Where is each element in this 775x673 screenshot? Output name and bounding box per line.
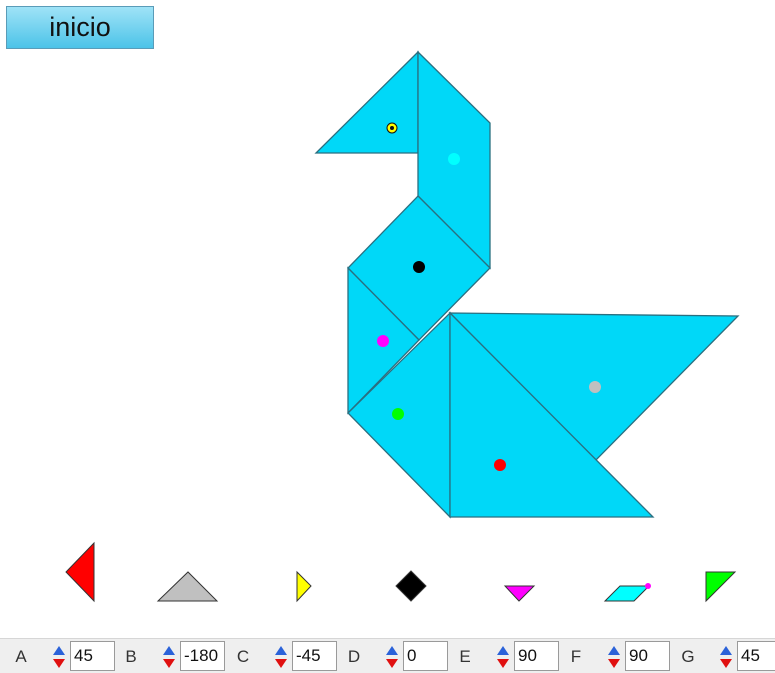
rotation-input-g[interactable]: 45: [737, 641, 775, 671]
control-label: F: [570, 647, 582, 666]
gray-triangle-piece[interactable]: [156, 571, 219, 602]
rotation-input-b[interactable]: -180: [180, 641, 225, 671]
swan-head-triangle[interactable]: [314, 50, 419, 154]
increment-arrow-icon[interactable]: [716, 643, 736, 657]
rotation-input-e[interactable]: 90: [514, 641, 559, 671]
control-label: C: [236, 647, 250, 666]
decrement-arrow-icon[interactable]: [271, 657, 291, 671]
spinner: [159, 643, 179, 671]
increment-arrow-icon[interactable]: [382, 643, 402, 657]
spinner: [271, 643, 291, 671]
rotation-input-a[interactable]: 45: [70, 641, 115, 671]
black-handle[interactable]: [413, 261, 425, 273]
decrement-arrow-icon[interactable]: [604, 657, 624, 671]
increment-arrow-icon[interactable]: [159, 643, 179, 657]
magenta-handle[interactable]: [377, 335, 389, 347]
decrement-arrow-icon[interactable]: [159, 657, 179, 671]
yellow-handle-center: [390, 126, 394, 130]
rotation-input-d[interactable]: 0: [403, 641, 448, 671]
spinner: [716, 643, 736, 671]
spinner: [604, 643, 624, 671]
black-square-piece[interactable]: [395, 570, 427, 602]
increment-arrow-icon[interactable]: [604, 643, 624, 657]
gray-handle[interactable]: [589, 381, 601, 393]
tangram-stage: [65, 50, 740, 603]
yellow-triangle-piece[interactable]: [296, 570, 312, 603]
red-handle[interactable]: [494, 459, 506, 471]
cyan-parallelogram-piece[interactable]: [603, 585, 651, 602]
increment-arrow-icon[interactable]: [49, 643, 69, 657]
increment-arrow-icon[interactable]: [493, 643, 513, 657]
decrement-arrow-icon[interactable]: [716, 657, 736, 671]
swan-figure: [314, 50, 740, 519]
control-label: B: [125, 647, 137, 666]
control-label: D: [347, 647, 361, 666]
rotation-input-c[interactable]: -45: [292, 641, 337, 671]
decrement-arrow-icon[interactable]: [493, 657, 513, 671]
cyan-parallelogram-handle: [645, 583, 651, 589]
spinner: [382, 643, 402, 671]
green-triangle-piece[interactable]: [705, 571, 737, 603]
control-label: A: [15, 647, 27, 666]
green-handle[interactable]: [392, 408, 404, 420]
control-label: E: [459, 647, 471, 666]
spinner: [49, 643, 69, 671]
red-triangle-piece[interactable]: [65, 541, 95, 603]
magenta-triangle-piece[interactable]: [503, 585, 536, 602]
spinner: [493, 643, 513, 671]
rotation-controls-bar: A 45 B -180 C -45 D 0 E 90 F 90 G 45: [0, 638, 775, 673]
decrement-arrow-icon[interactable]: [382, 657, 402, 671]
piece-palette: [65, 541, 737, 603]
rotation-input-f[interactable]: 90: [625, 641, 670, 671]
increment-arrow-icon[interactable]: [271, 643, 291, 657]
cyan-handle[interactable]: [448, 153, 460, 165]
decrement-arrow-icon[interactable]: [49, 657, 69, 671]
control-label: G: [681, 647, 695, 666]
